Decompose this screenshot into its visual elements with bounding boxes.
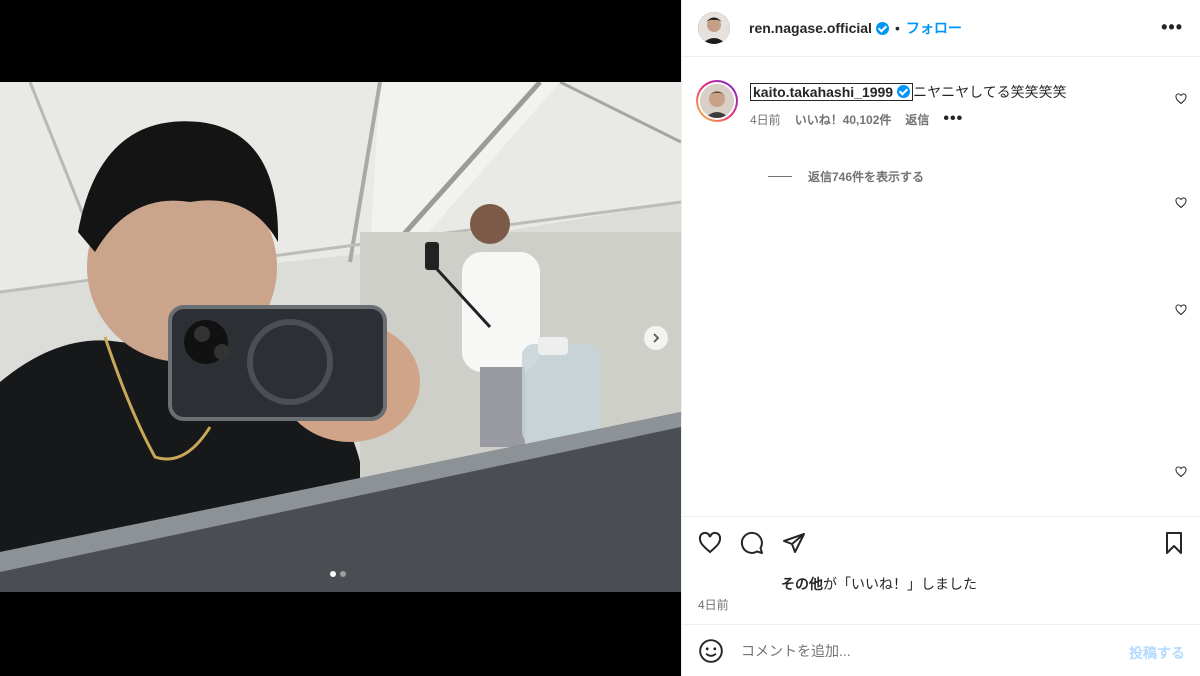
follow-button[interactable]: フォロー bbox=[906, 18, 962, 38]
post-panel: ren.nagase.official • フォロー ••• kaito.tak… bbox=[681, 0, 1200, 676]
verified-badge-icon bbox=[897, 85, 911, 98]
comment-like-heart-icon[interactable] bbox=[1175, 304, 1187, 316]
comment-username[interactable]: kaito.takahashi_1999 bbox=[750, 83, 914, 101]
comment-like-heart-icon[interactable] bbox=[1175, 197, 1187, 209]
comment-meta: 4日前 いいね！40,102件 返信 ••• bbox=[750, 110, 963, 128]
comments-list: kaito.takahashi_1999 ニヤニヤしてる笑笑笑笑 4日前 いいね！… bbox=[682, 58, 1200, 516]
liked-by-text: その他が「いいね！」しました bbox=[781, 574, 977, 594]
commenter-avatar[interactable] bbox=[696, 80, 738, 122]
author-username[interactable]: ren.nagase.official bbox=[749, 20, 872, 36]
verified-badge-icon bbox=[875, 21, 889, 35]
carousel-dot bbox=[340, 571, 346, 577]
like-heart-icon[interactable] bbox=[698, 531, 722, 555]
carousel-dot-active bbox=[330, 571, 336, 577]
media-pane bbox=[0, 0, 681, 676]
header-separator: • bbox=[894, 20, 900, 36]
comment-composer: 投稿する bbox=[682, 624, 1200, 676]
post-header: ren.nagase.official • フォロー ••• bbox=[682, 0, 1200, 57]
comment-like-heart-icon[interactable] bbox=[1175, 466, 1187, 478]
comment-time[interactable]: 4日前 bbox=[750, 111, 781, 128]
comment-like-heart-icon[interactable] bbox=[1175, 93, 1187, 105]
comment-input[interactable] bbox=[741, 642, 1111, 659]
post-photo[interactable] bbox=[0, 82, 681, 592]
author-avatar-image bbox=[698, 12, 730, 44]
comment-reply-button[interactable]: 返信 bbox=[905, 111, 929, 128]
view-replies-label: 返信746件を表示する bbox=[808, 170, 925, 184]
post-actions: その他が「いいね！」しました 4日前 bbox=[682, 516, 1200, 624]
comment-bubble-icon[interactable] bbox=[740, 531, 764, 555]
share-send-icon[interactable] bbox=[782, 531, 806, 555]
comment-body: kaito.takahashi_1999 ニヤニヤしてる笑笑笑笑 bbox=[750, 83, 1170, 101]
next-slide-button[interactable] bbox=[644, 326, 668, 350]
comment-text: ニヤニヤしてる笑笑笑笑 bbox=[913, 84, 1067, 100]
post-date[interactable]: 4日前 bbox=[698, 596, 729, 613]
comment-more-button[interactable]: ••• bbox=[943, 110, 963, 128]
comment-username-text: kaito.takahashi_1999 bbox=[753, 84, 894, 100]
liked-by-suffix: が「いいね！」しました bbox=[823, 576, 977, 592]
emoji-icon[interactable] bbox=[698, 638, 724, 664]
carousel-dots bbox=[330, 571, 346, 577]
more-options-button[interactable]: ••• bbox=[1161, 17, 1183, 38]
post-comment-button[interactable]: 投稿する bbox=[1129, 643, 1185, 663]
view-replies-button[interactable]: 返信746件を表示する bbox=[768, 168, 924, 185]
liked-by-others-link[interactable]: その他 bbox=[781, 576, 823, 592]
photo-illustration bbox=[0, 82, 681, 592]
commenter-avatar-image bbox=[700, 84, 734, 118]
author-avatar[interactable] bbox=[698, 12, 730, 44]
comment-likes[interactable]: いいね！40,102件 bbox=[795, 111, 892, 128]
action-row bbox=[698, 531, 806, 555]
bookmark-icon[interactable] bbox=[1162, 531, 1186, 555]
chevron-right-icon bbox=[653, 333, 660, 343]
